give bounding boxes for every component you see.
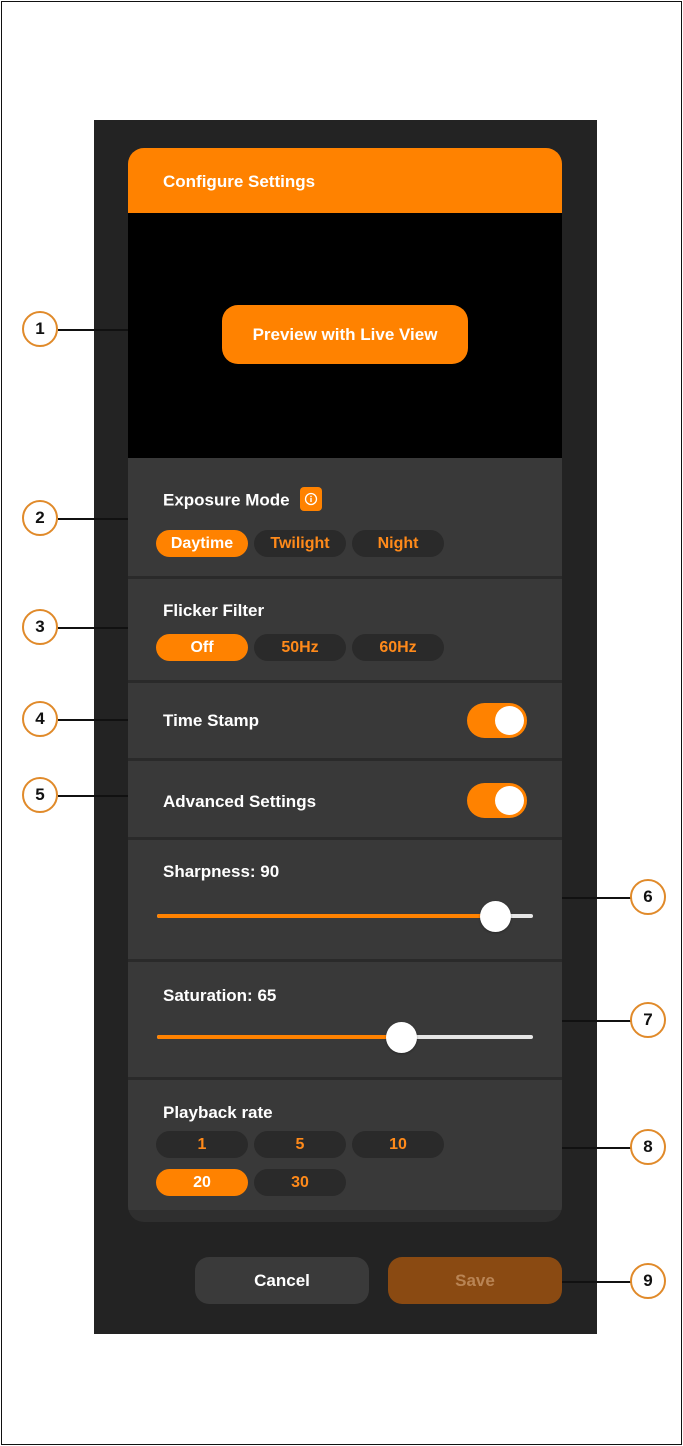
playback-option-30[interactable]: 30 [254,1169,346,1196]
callout-line [58,518,128,520]
save-button[interactable]: Save [388,1257,562,1304]
playback-rate-options: 1 5 10 [156,1131,450,1158]
callout-marker: 2 [22,500,58,536]
playback-option-5[interactable]: 5 [254,1131,346,1158]
sharpness-slider[interactable] [157,901,533,932]
callout-marker: 7 [630,1002,666,1038]
slider-fill [157,914,496,918]
playback-option-1[interactable]: 1 [156,1131,248,1158]
cancel-button[interactable]: Cancel [195,1257,369,1304]
callout-line [562,897,632,899]
flicker-filter-label: Flicker Filter [163,601,265,620]
info-icon[interactable] [299,487,322,511]
time-stamp-toggle[interactable] [467,703,527,738]
exposure-mode-label: Exposure Mode [163,490,290,510]
flicker-option-60hz[interactable]: 60Hz [352,634,444,661]
callout-marker: 6 [630,879,666,915]
slider-fill [157,1035,402,1039]
saturation-section: Saturation: 65 [128,962,562,1080]
exposure-option-twilight[interactable]: Twilight [254,530,346,557]
exposure-mode-section: Exposure Mode Daytime Twilight Night [128,458,562,579]
playback-rate-options-row2: 20 30 [156,1169,352,1196]
exposure-mode-heading: Exposure Mode [163,487,322,513]
flicker-filter-options: Off 50Hz 60Hz [156,634,450,661]
toggle-knob [495,786,524,815]
preview-live-view-button[interactable]: Preview with Live View [222,305,468,364]
flicker-filter-section: Flicker Filter Off 50Hz 60Hz [128,579,562,683]
callout-marker: 3 [22,609,58,645]
saturation-label: Saturation: 65 [163,986,277,1005]
time-stamp-section: Time Stamp [128,683,562,761]
callout-line [58,795,128,797]
playback-option-20[interactable]: 20 [156,1169,248,1196]
playback-rate-label: Playback rate [163,1103,273,1122]
toggle-knob [495,706,524,735]
exposure-option-daytime[interactable]: Daytime [156,530,248,557]
sharpness-section: Sharpness: 90 [128,840,562,962]
time-stamp-label: Time Stamp [163,711,260,730]
sharpness-label: Sharpness: 90 [163,862,280,881]
callout-line [58,329,128,331]
flicker-option-off[interactable]: Off [156,634,248,661]
callout-marker: 4 [22,701,58,737]
exposure-mode-options: Daytime Twilight Night [156,530,450,557]
card-title: Configure Settings [128,148,562,213]
advanced-settings-toggle[interactable] [467,783,527,818]
slider-thumb[interactable] [480,901,512,932]
slider-thumb[interactable] [386,1022,418,1053]
callout-line [562,1020,632,1022]
playback-rate-section: Playback rate 1 5 10 20 30 [128,1080,562,1210]
playback-option-10[interactable]: 10 [352,1131,444,1158]
callout-line [562,1147,632,1149]
saturation-slider[interactable] [157,1022,533,1053]
flicker-option-50hz[interactable]: 50Hz [254,634,346,661]
callout-marker: 9 [630,1263,666,1299]
callout-marker: 1 [22,311,58,347]
advanced-settings-label: Advanced Settings [163,792,317,811]
callout-line [58,627,128,629]
callout-marker: 5 [22,777,58,813]
exposure-option-night[interactable]: Night [352,530,444,557]
settings-card: Configure Settings Preview with Live Vie… [128,148,562,1222]
callout-line [58,719,128,721]
callout-marker: 8 [630,1129,666,1165]
preview-area: Preview with Live View [128,213,562,458]
callout-line [562,1281,632,1283]
advanced-settings-section: Advanced Settings [128,761,562,840]
